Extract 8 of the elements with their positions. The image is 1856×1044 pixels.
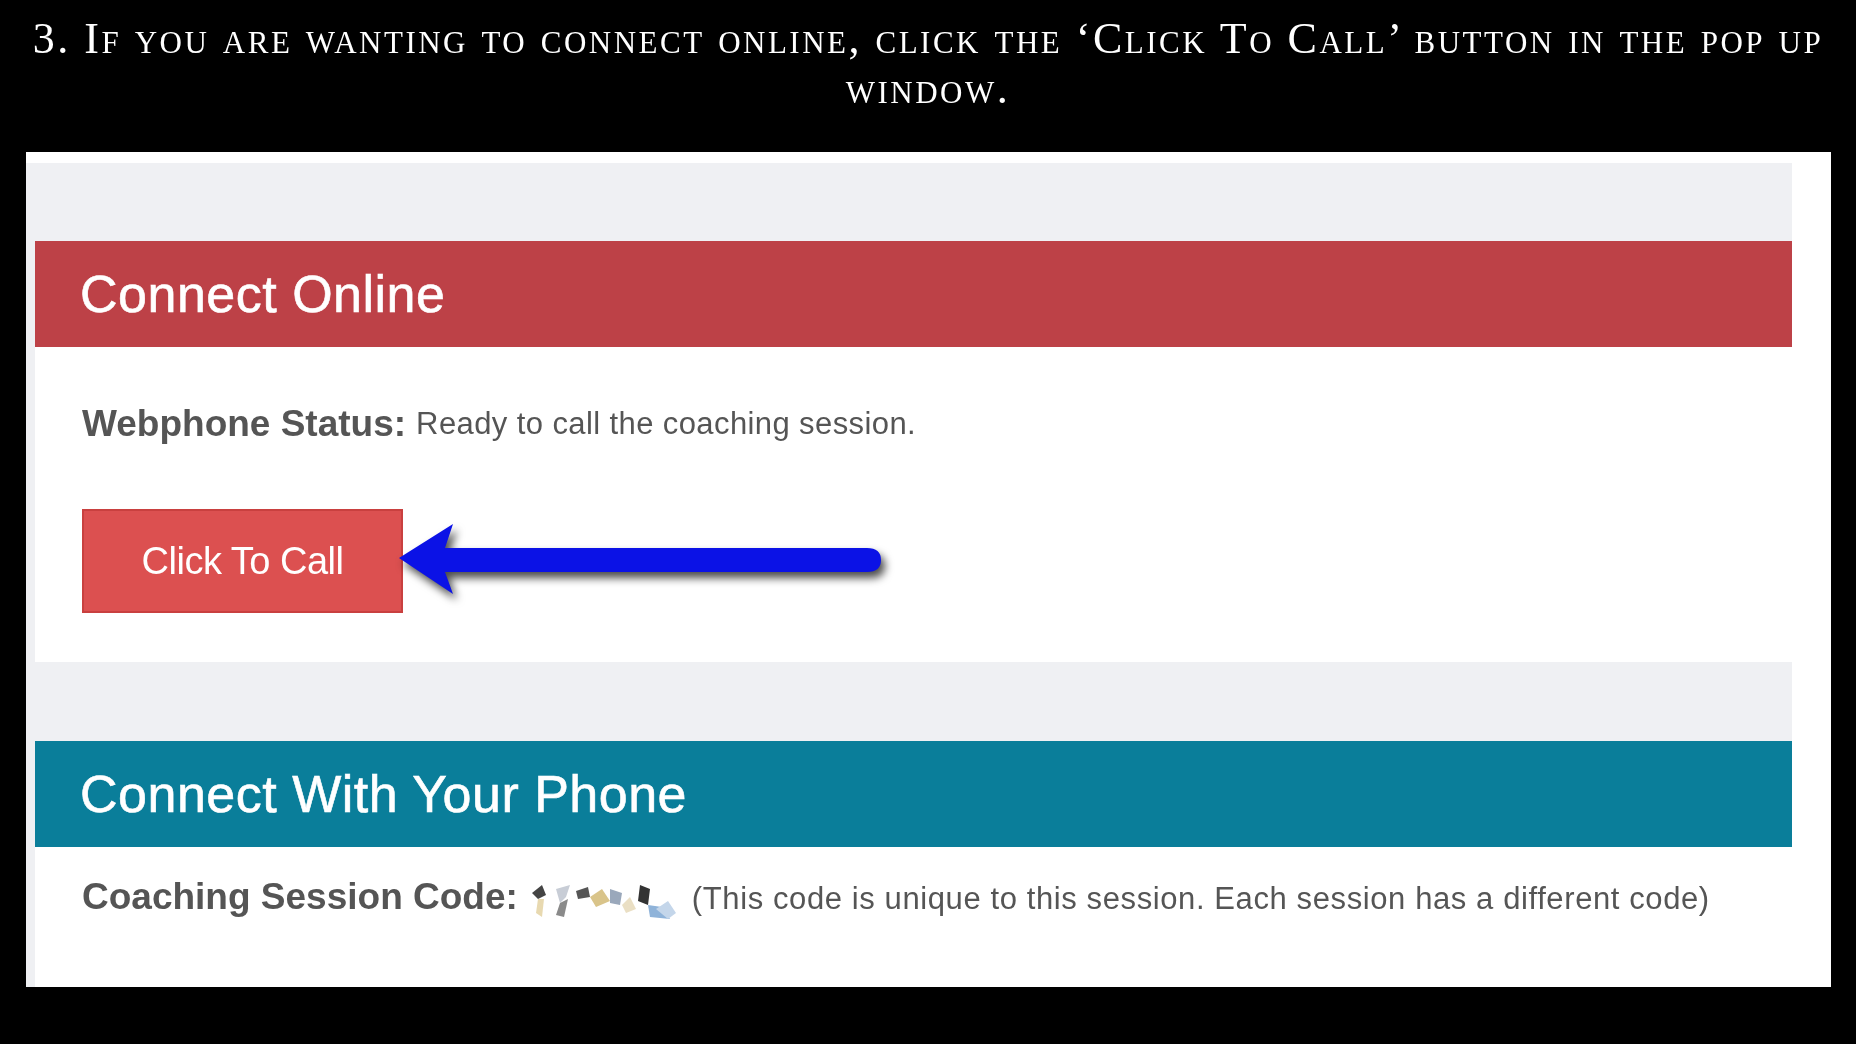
code-note: (This code is unique to this session. Each session has a different code) bbox=[691, 881, 1710, 916]
status-text: Ready to call the coaching session. bbox=[416, 406, 917, 442]
section-title: Connect Online bbox=[80, 264, 446, 324]
status-label: Webphone Status: bbox=[82, 403, 407, 445]
section-title: Connect With Your Phone bbox=[80, 764, 687, 824]
code-label: Coaching Session Code: bbox=[82, 876, 518, 917]
call-button[interactable]: Click To Call bbox=[82, 509, 403, 613]
slide-caption: 3. If you are wanting to connect online, click the ‘Click To Call’ button in the pop up window. bbox=[31, 14, 1825, 114]
